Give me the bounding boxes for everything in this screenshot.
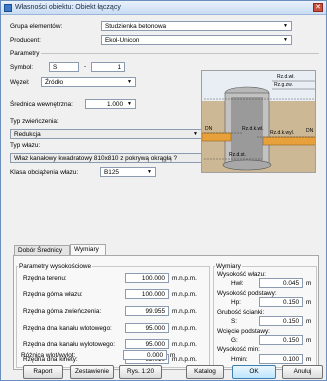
wall-thickness-title: Grubość ścianki: <box>217 309 265 316</box>
chevron-down-icon: ▼ <box>147 169 152 175</box>
ok-button[interactable]: OK <box>232 365 276 379</box>
outlet-bottom-level-input[interactable]: 95.000 <box>125 339 169 349</box>
height-params-title: Parametry wysokościowe <box>18 263 93 270</box>
summary-button[interactable]: Zestawienie <box>70 365 114 379</box>
inner-diameter-label: Średnica wewnętrzna: <box>10 101 73 108</box>
diagram-label-dn-inlet: DN <box>205 126 213 132</box>
hatch-top-level-input[interactable]: 100.000 <box>125 289 169 299</box>
producer-label: Producent: <box>10 37 41 44</box>
cone-top-level-label: Rzędna góma zwieńczenia: <box>23 308 102 315</box>
wall-thickness-unit: m <box>306 318 312 325</box>
group-label: Grupa elementów: <box>10 23 63 30</box>
divider <box>41 53 319 54</box>
wall-thickness-input[interactable]: 0.150 <box>259 316 303 326</box>
producer-select[interactable]: Ekol-Unicon ▼ <box>101 35 292 45</box>
inner-diameter-select[interactable]: 1.000 ▼ <box>85 99 136 109</box>
min-height-unit: m <box>306 356 312 363</box>
cone-top-level-input[interactable]: 99.955 <box>125 306 169 316</box>
inlet-bottom-level-input[interactable]: 95.000 <box>125 323 169 333</box>
hatch-height-title: Wysokość włazu: <box>217 271 266 278</box>
properties-dialog: Własności obiektu: Obiekt łączący ✕ Grup… <box>0 0 327 381</box>
drawing-button[interactable]: Rys. 1:20 <box>119 365 162 379</box>
inlet-outlet-difference-label: Różnica wlot/wylot: <box>21 352 76 359</box>
catalog-button[interactable]: Katalog <box>186 365 224 379</box>
node-select[interactable]: Źródło ▼ <box>41 77 136 87</box>
base-height-symbol: Hp: <box>231 299 241 306</box>
close-button[interactable]: ✕ <box>313 3 323 12</box>
base-indent-symbol: G: <box>231 337 238 344</box>
cancel-button[interactable]: Anuluj <box>282 365 323 379</box>
hatch-height-input[interactable]: 0.045 <box>259 278 303 288</box>
window-title: Własności obiektu: Obiekt łączący <box>15 4 121 11</box>
hatch-label: Typ włazu: <box>10 142 41 149</box>
load-class-label: Klasa obciążenia włazu: <box>10 169 79 176</box>
report-button[interactable]: Raport <box>23 365 63 379</box>
diagram-label-inlet-bottom: Rz.d.k.wl. <box>242 126 264 132</box>
diagram-label-hatch-bottom: Rz.d.wł. <box>277 74 295 80</box>
base-indent-title: Wcięcie podstawy: <box>217 328 270 335</box>
diagram-label-dn-outlet: DN <box>306 128 314 134</box>
tab-dimensions[interactable]: Wymiary <box>70 244 106 255</box>
group-value: Studzienka betonowa <box>105 23 167 30</box>
symbol-label: Symbol: <box>10 64 34 71</box>
chevron-down-icon: ▼ <box>283 23 288 29</box>
chevron-down-icon: ▼ <box>127 79 132 85</box>
terrain-level-unit: m.n.p.m. <box>172 275 197 282</box>
base-height-title: Wysokość podstawy: <box>217 290 277 297</box>
terrain-level-label: Rzędna terenu: <box>23 275 67 282</box>
producer-value: Ekol-Unicon <box>105 37 140 44</box>
narrowing-label: Typ zwieńczenia: <box>10 118 59 125</box>
min-height-symbol: Hmin: <box>231 356 248 363</box>
tab-diameter-selection[interactable]: Dobór Średnicy <box>14 245 70 255</box>
base-height-input[interactable]: 0.150 <box>259 297 303 307</box>
base-indent-unit: m <box>306 337 312 344</box>
terrain-level-input[interactable]: 100.000 <box>125 273 169 283</box>
min-height-input[interactable]: 0.100 <box>259 354 303 364</box>
inlet-bottom-level-label: Rzędna dna kanału wlotowego: <box>23 325 112 332</box>
inlet-bottom-level-unit: m.n.p.m. <box>172 325 197 332</box>
hatch-height-symbol: Hwł: <box>231 280 244 287</box>
load-class-select[interactable]: B125 ▼ <box>100 167 156 177</box>
hatch-height-unit: m <box>306 280 312 287</box>
group-select[interactable]: Studzienka betonowa ▼ <box>101 21 292 31</box>
chevron-down-icon: ▼ <box>283 37 288 43</box>
app-icon <box>4 4 12 12</box>
chevron-down-icon: ▼ <box>127 101 132 107</box>
diagram-label-cone-top: Rz.g.zw. <box>274 82 293 88</box>
outlet-bottom-level-unit: m.n.p.m. <box>172 341 197 348</box>
kinet-bottom-level-unit: m.n.p.m. <box>172 356 197 363</box>
base-indent-input[interactable]: 0.150 <box>259 335 303 345</box>
hatch-select[interactable]: Właz kanałowy kwadratowy 810x810 z pokry… <box>10 153 217 163</box>
inlet-outlet-difference-unit: m <box>170 352 176 359</box>
hatch-top-level-unit: m.n.p.m. <box>172 291 197 298</box>
base-height-unit: m <box>306 299 312 306</box>
diagram-label-base-bottom: Rz.d.st. <box>229 152 246 158</box>
chevron-down-icon: ▼ <box>193 131 198 137</box>
wall-thickness-symbol: S: <box>231 318 238 325</box>
hatch-top-level-label: Rzędna góma włazu: <box>23 291 83 298</box>
manhole-drawing <box>202 71 315 172</box>
symbol-prefix-input[interactable]: S <box>49 62 79 72</box>
dimensions-title: Wymiary <box>215 263 242 270</box>
symbol-separator: - <box>84 63 87 70</box>
node-label: Węzeł: <box>10 79 30 86</box>
diagram-label-outlet-bottom: Rz.d.k.wyl. <box>270 130 295 136</box>
params-section-title: Parametry <box>10 50 40 57</box>
manhole-diagram: Rz.d.wł. Rz.g.zw. Rz.d.k.wl. Rz.d.k.wyl.… <box>201 70 316 173</box>
narrowing-select[interactable]: Redukcja ▼ <box>10 129 202 139</box>
cone-top-level-unit: m.n.p.m. <box>172 308 197 315</box>
symbol-number-input[interactable]: 1 <box>91 62 125 72</box>
title-bar: Własności obiektu: Obiekt łączący ✕ <box>1 1 326 15</box>
outlet-bottom-level-label: Rzędna dna kanału wylotowego: <box>23 341 116 348</box>
min-height-title: Wysokość min: <box>217 346 260 353</box>
inlet-outlet-difference-input[interactable]: 0.000 <box>123 350 167 360</box>
